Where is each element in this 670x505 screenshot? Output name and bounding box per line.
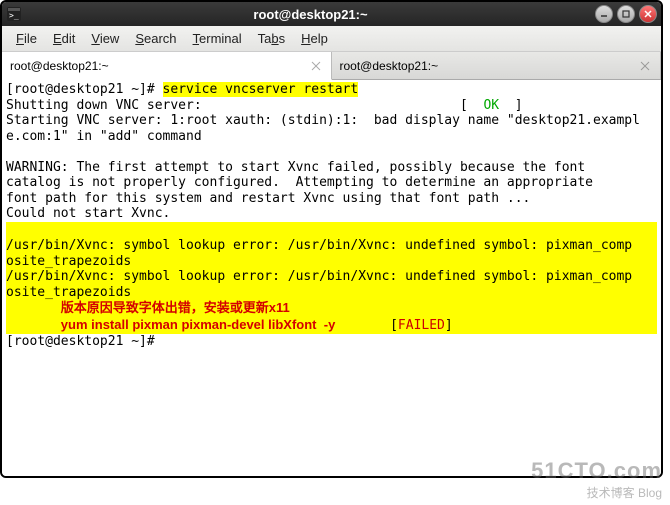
tab-1[interactable]: root@desktop21:~ (2, 52, 332, 80)
tab-label: root@desktop21:~ (340, 59, 439, 73)
watermark-logo: 51CTO.com (531, 458, 662, 484)
output-line: catalog is not properly configured. Atte… (6, 175, 593, 190)
terminal-output[interactable]: [root@desktop21 ~]# service vncserver re… (2, 80, 661, 476)
menu-view[interactable]: View (83, 29, 127, 48)
close-icon[interactable] (638, 59, 652, 73)
annotation-text: 版本原因导致字体出错，安装或更新x11 (61, 300, 290, 315)
output-line: Starting VNC server: 1:root xauth: (stdi… (6, 113, 640, 128)
menu-search[interactable]: Search (127, 29, 184, 48)
output-line: /usr/bin/Xvnc: symbol lookup error: /usr… (6, 238, 632, 253)
output-line: Shutting down VNC server: [ (6, 98, 483, 113)
svg-text:>_: >_ (9, 11, 19, 20)
status-failed: FAILED (398, 318, 445, 333)
prompt: [root@desktop21 ~]# (6, 82, 163, 97)
output-line: osite_trapezoids (6, 254, 131, 269)
menu-file[interactable]: File (8, 29, 45, 48)
tab-bar: root@desktop21:~ root@desktop21:~ (2, 52, 661, 80)
annotation-text: yum install pixman pixman-devel libXfont… (61, 317, 336, 332)
menu-terminal[interactable]: Terminal (185, 29, 250, 48)
maximize-button[interactable] (617, 5, 635, 23)
command-highlight: service vncserver restart (163, 82, 359, 97)
tab-2[interactable]: root@desktop21:~ (332, 52, 662, 79)
prompt: [root@desktop21 ~]# (6, 334, 163, 349)
status-ok: OK (483, 98, 499, 113)
close-button[interactable] (639, 5, 657, 23)
output-line: /usr/bin/Xvnc: symbol lookup error: /usr… (6, 269, 632, 284)
watermark-subtitle: 技术博客 Blog (531, 484, 662, 501)
output-line: e.com:1" in "add" command (6, 129, 202, 144)
error-block: /usr/bin/Xvnc: symbol lookup error: /usr… (6, 222, 657, 335)
menu-edit[interactable]: Edit (45, 29, 83, 48)
window-title: root@desktop21:~ (26, 7, 595, 22)
output-line: Could not start Xvnc. (6, 206, 170, 221)
output-line: ] (499, 98, 522, 113)
menu-help[interactable]: Help (293, 29, 336, 48)
tab-label: root@desktop21:~ (10, 59, 109, 73)
output-line: WARNING: The first attempt to start Xvnc… (6, 160, 585, 175)
app-icon: >_ (2, 6, 26, 22)
menubar: File Edit View Search Terminal Tabs Help (2, 26, 661, 52)
terminal-window: >_ root@desktop21:~ File Edit View Searc… (0, 0, 663, 478)
close-icon[interactable] (309, 59, 323, 73)
minimize-button[interactable] (595, 5, 613, 23)
watermark: 51CTO.com 技术博客 Blog (531, 458, 662, 501)
output-line: osite_trapezoids (6, 285, 131, 300)
menu-tabs[interactable]: Tabs (250, 29, 293, 48)
titlebar[interactable]: >_ root@desktop21:~ (2, 2, 661, 26)
output-line: font path for this system and restart Xv… (6, 191, 530, 206)
